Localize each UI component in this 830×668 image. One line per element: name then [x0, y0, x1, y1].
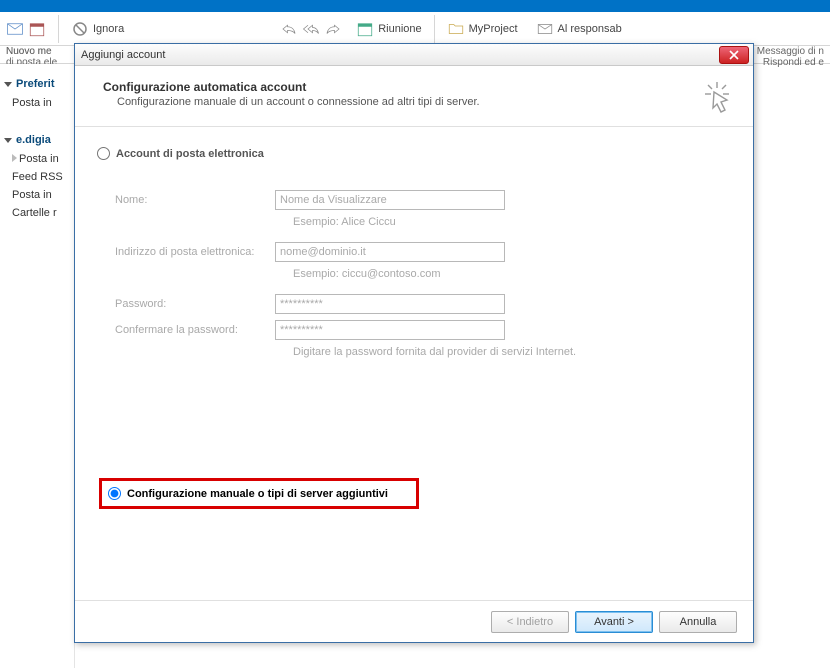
- dialog-header: Configurazione automatica account Config…: [75, 66, 753, 127]
- header-subtitle: Configurazione manuale di un account o c…: [103, 96, 699, 108]
- radio-manual-highlight: Configurazione manuale o tipi di server …: [99, 478, 419, 509]
- email-input: [275, 242, 505, 262]
- sidebar-favorites[interactable]: Preferit: [4, 78, 70, 90]
- ribbon-newmail-l1b: Nuovo me: [6, 46, 57, 57]
- ignore-icon: [71, 20, 89, 38]
- name-input: [275, 190, 505, 210]
- password-label: Password:: [115, 298, 275, 310]
- radio-email-input[interactable]: [97, 147, 110, 160]
- reply-icon: [280, 20, 298, 38]
- sidebar-item[interactable]: Feed RSS: [4, 168, 70, 186]
- name-example: Esempio: Alice Ciccu: [293, 216, 731, 228]
- dialog-footer: < Indietro Avanti > Annulla: [75, 600, 753, 642]
- dialog-title: Aggiungi account: [79, 49, 719, 61]
- email-label: Indirizzo di posta elettronica:: [115, 246, 275, 258]
- password-input: [275, 294, 505, 314]
- mail-small-icon: [536, 20, 554, 38]
- header-title: Configurazione automatica account: [103, 80, 699, 94]
- calendar-icon: [28, 20, 46, 38]
- next-button[interactable]: Avanti >: [575, 611, 653, 633]
- password-hint: Digitare la password fornita dal provide…: [293, 346, 731, 358]
- cursor-click-icon: [699, 80, 735, 116]
- radio-email-label: Account di posta elettronica: [116, 148, 264, 160]
- account-form: Nome: Esempio: Alice Ciccu Indirizzo di …: [115, 190, 731, 358]
- ribbon-meeting[interactable]: Riunione: [378, 23, 421, 35]
- ribbon-to-manager[interactable]: Al responsab: [558, 23, 622, 35]
- radio-manual-label: Configurazione manuale o tipi di server …: [127, 488, 388, 500]
- sidebar-item[interactable]: Posta in: [4, 150, 70, 168]
- sidebar-account[interactable]: e.digia: [4, 134, 70, 146]
- cancel-button[interactable]: Annulla: [659, 611, 737, 633]
- ribbon-ignore[interactable]: Ignora: [93, 23, 124, 35]
- forward-icon: [324, 20, 342, 38]
- dialog-titlebar: Aggiungi account: [75, 44, 753, 66]
- sidebar-item[interactable]: Posta in: [4, 186, 70, 204]
- sidebar-item[interactable]: Posta in: [4, 94, 70, 112]
- back-button: < Indietro: [491, 611, 569, 633]
- ribbon: Ignora Riunione MyProject Al responsab: [0, 12, 830, 46]
- radio-manual-input[interactable]: [108, 487, 121, 500]
- confirm-label: Confermare la password:: [115, 324, 275, 336]
- confirm-input: [275, 320, 505, 340]
- ribbon-myproject[interactable]: MyProject: [469, 23, 518, 35]
- mail-icon: [6, 20, 24, 38]
- radio-email-account[interactable]: Account di posta elettronica: [97, 147, 731, 160]
- reply-all-icon: [302, 20, 320, 38]
- meeting-icon: [356, 20, 374, 38]
- close-button[interactable]: [719, 46, 749, 64]
- email-example: Esempio: ciccu@contoso.com: [293, 268, 731, 280]
- name-label: Nome:: [115, 194, 275, 206]
- sidebar-item[interactable]: Cartelle r: [4, 204, 70, 222]
- nav-sidebar: Preferit Posta in e.digia Posta in Feed …: [0, 64, 75, 668]
- add-account-dialog: Aggiungi account Configurazione automati…: [74, 43, 754, 643]
- folder-icon: [447, 20, 465, 38]
